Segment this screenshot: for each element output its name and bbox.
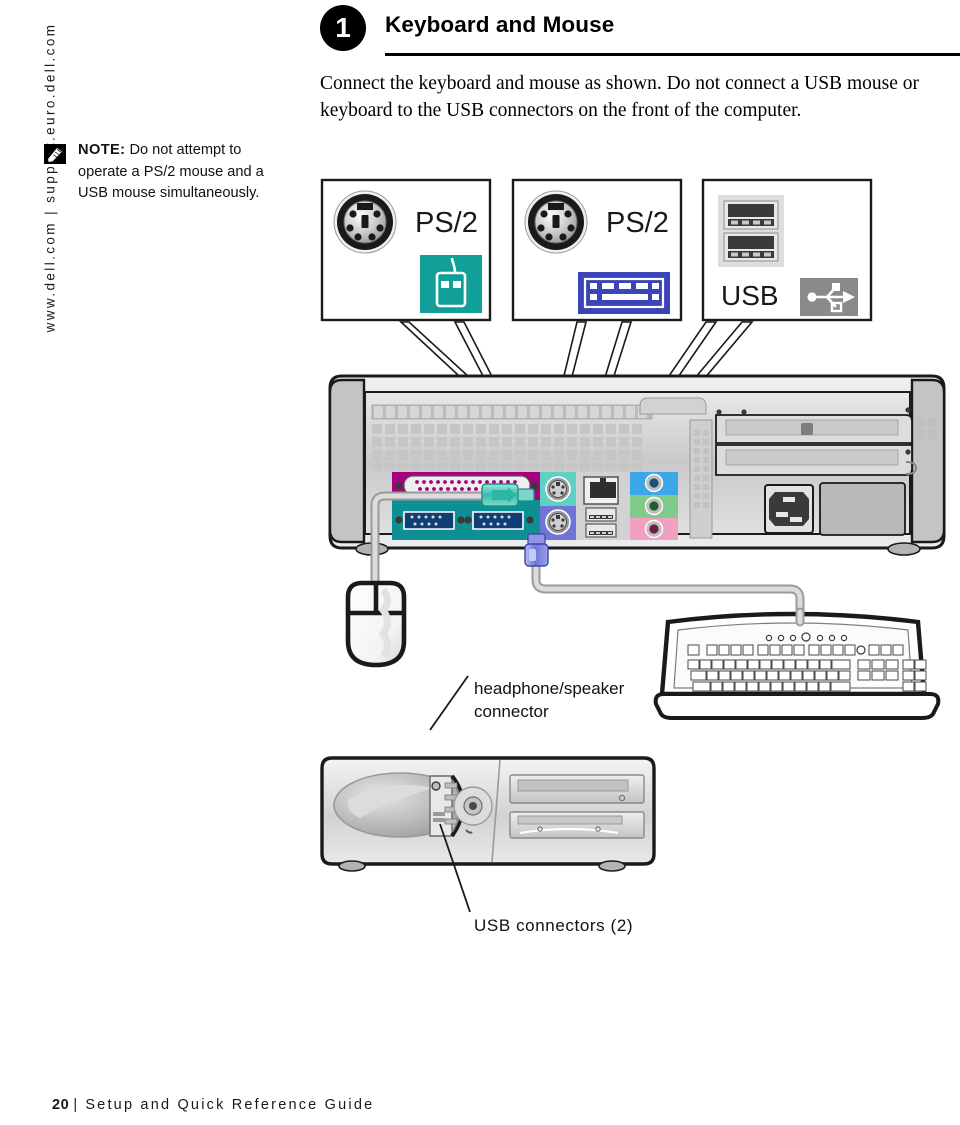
audio-line-out-jack — [644, 496, 664, 516]
connection-diagram: PS/2 PS/2 USB headphone/speaker connecto… — [0, 0, 960, 1125]
ps2-keyboard-label: PS/2 — [606, 207, 669, 239]
usb-trident-icon — [800, 278, 858, 316]
page-number: 20 — [52, 1097, 70, 1113]
ps2-din-connector-icon — [524, 190, 588, 254]
ps2-mouse-label: PS/2 — [415, 207, 478, 239]
serial-port-2 — [464, 511, 534, 530]
ps2-keyboard-plug — [524, 533, 549, 567]
mouse-illustration — [345, 580, 407, 668]
mouse-icon — [420, 255, 482, 313]
audio-mic-jack — [644, 519, 664, 539]
usb-label: USB — [721, 280, 779, 311]
audio-line-in-jack — [644, 473, 664, 493]
computer-rear-view — [328, 374, 946, 556]
usb-connectors-label: USB connectors (2) — [474, 916, 633, 935]
callout-ps2-keyboard: PS/2 — [511, 178, 683, 322]
callout-ps2-mouse: PS/2 — [320, 178, 492, 322]
network-port — [583, 476, 619, 505]
usb-port-rear-2 — [585, 523, 617, 538]
footer-separator: | — [73, 1097, 80, 1113]
usb-port-stack-icon — [718, 195, 784, 267]
headphone-connector-label-line1: headphone/speaker — [474, 679, 625, 698]
io-panel — [392, 472, 678, 540]
computer-front-view — [320, 756, 656, 872]
optical-drive-bay — [509, 774, 645, 804]
floppy-drive-bay — [509, 811, 645, 839]
power-inlet — [764, 484, 814, 534]
keyboard-illustration — [653, 607, 941, 720]
keyboard-cable — [531, 555, 805, 617]
footer-title: Setup and Quick Reference Guide — [85, 1097, 375, 1113]
ps2-din-connector-icon — [333, 190, 397, 254]
ps2-mouse-port — [545, 476, 571, 502]
ps2-keyboard-port — [545, 509, 571, 535]
usb-port-rear-1 — [585, 507, 617, 522]
headphone-connector-label-line2: connector — [474, 702, 549, 721]
page-footer: 20 | Setup and Quick Reference Guide — [52, 1097, 374, 1113]
headphone-leader-line — [429, 675, 469, 731]
keyboard-icon — [578, 272, 670, 314]
serial-port-1 — [395, 511, 465, 530]
callout-usb: USB — [701, 178, 873, 322]
